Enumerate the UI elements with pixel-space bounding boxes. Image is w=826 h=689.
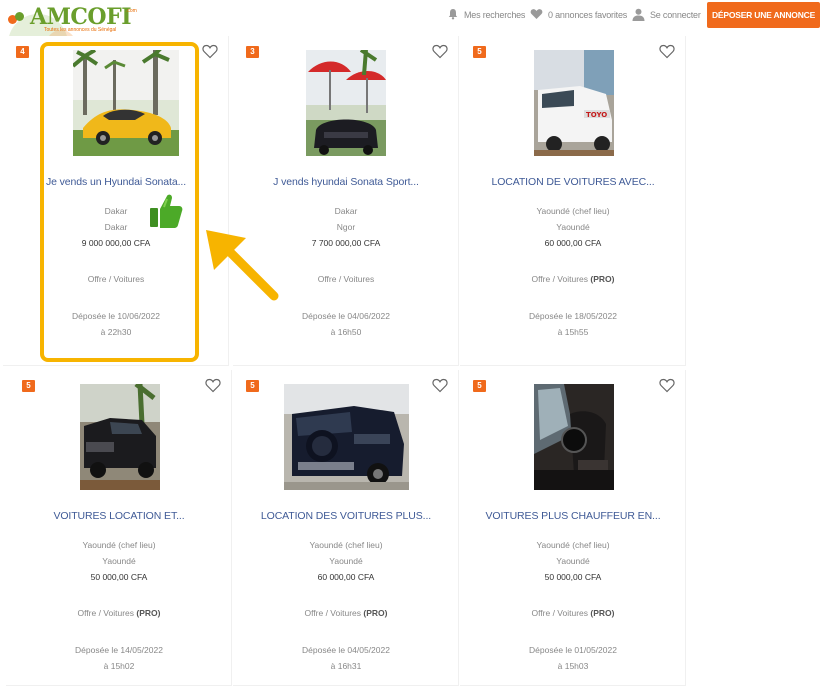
listing-title[interactable]: VOITURES LOCATION ET... — [6, 510, 232, 522]
favorite-heart-icon[interactable] — [659, 378, 675, 393]
listing-date: Déposée le 18/05/2022 — [529, 311, 617, 321]
listing-city: Dakar — [104, 206, 128, 216]
listing-time: à 15h02 — [103, 661, 135, 671]
listing-city: Yaoundé (chef lieu) — [82, 540, 156, 550]
logo-tagline: Toutes les annonces du Sénégal — [44, 27, 117, 33]
listing-city: Yaoundé (chef lieu) — [536, 206, 610, 216]
listing-area: Yaoundé — [556, 556, 590, 566]
nav-favorites-label: 0 annonces favorites — [548, 10, 628, 20]
favorite-heart-icon[interactable] — [205, 378, 221, 393]
listing-title[interactable]: J vends hyundai Sonata Sport... — [233, 176, 459, 188]
listing-photo[interactable] — [80, 384, 186, 490]
photo-count-badge: 5 — [246, 380, 259, 392]
listing-date: Déposée le 10/06/2022 — [72, 311, 160, 321]
listing-category: Offre / Voitures (PRO) — [233, 608, 459, 618]
listing-photo[interactable]: TOYO — [534, 50, 640, 156]
listing-category: Offre / Voitures (PRO) — [460, 274, 686, 284]
listing-card[interactable]: 5 VOITURES LOCATION ET... Yaoundé (chef … — [6, 370, 232, 686]
listing-time: à 15h03 — [557, 661, 589, 671]
listing-category-label: Offre / Voitures — [87, 274, 145, 284]
logo-mark-icon — [8, 12, 32, 26]
listing-category-label: Offre / Voitures — [531, 274, 589, 284]
listing-category-label: Offre / Voitures — [317, 274, 375, 284]
listing-card[interactable]: 5 VOITURES PLUS CHAUFFEUR EN... Yaoundé … — [460, 370, 686, 686]
pro-badge: (PRO) — [590, 608, 615, 618]
photo-count-badge: 5 — [473, 46, 486, 58]
listing-area: Yaoundé — [102, 556, 136, 566]
listing-card[interactable]: 4 Je vends un Hyundai Sonata... Dakar Da… — [3, 36, 229, 366]
listing-photo[interactable] — [306, 50, 412, 156]
svg-text:TOYO: TOYO — [586, 111, 607, 119]
site-header: AMCOFI .com Toutes les annonces du Sénég… — [0, 0, 826, 74]
nav-login-label: Se connecter — [650, 10, 701, 20]
listing-photo[interactable] — [534, 384, 614, 490]
photo-count-badge: 3 — [246, 46, 259, 58]
listing-area: Yaoundé — [329, 556, 363, 566]
listing-date: Déposée le 01/05/2022 — [529, 645, 617, 655]
logo-tld: .com — [126, 8, 137, 14]
listing-date: Déposée le 04/05/2022 — [302, 645, 390, 655]
listing-city: Yaoundé (chef lieu) — [309, 540, 383, 550]
listing-time: à 22h30 — [100, 327, 132, 337]
listing-card[interactable]: 5 LOCATION DES VOITURES PLUS... Yaoundé … — [233, 370, 459, 686]
listing-title[interactable]: LOCATION DE VOITURES AVEC... — [460, 176, 686, 188]
photo-count-badge: 5 — [473, 380, 486, 392]
listing-date: Déposée le 14/05/2022 — [75, 645, 163, 655]
listing-time: à 16h31 — [330, 661, 362, 671]
user-icon — [632, 8, 645, 23]
photo-count-badge: 4 — [16, 46, 29, 58]
photo-count-badge: 5 — [22, 380, 35, 392]
listing-date: Déposée le 04/06/2022 — [302, 311, 390, 321]
thumbs-up-icon — [150, 194, 183, 228]
listing-price: 50 000,00 CFA — [90, 572, 148, 582]
listing-area: Dakar — [104, 222, 128, 232]
listing-title[interactable]: LOCATION DES VOITURES PLUS... — [233, 510, 459, 522]
listing-category-label: Offre / Voitures — [531, 608, 589, 618]
pointer-arrow-icon — [206, 230, 279, 301]
site-logo[interactable]: AMCOFI .com Toutes les annonces du Sénég… — [8, 4, 138, 74]
bell-icon — [447, 8, 459, 22]
listing-category: Offre / Voitures (PRO) — [460, 608, 686, 618]
pro-badge: (PRO) — [363, 608, 388, 618]
heart-icon — [530, 8, 543, 22]
listing-photo[interactable] — [284, 384, 409, 490]
listing-category: Offre / Voitures (PRO) — [6, 608, 232, 618]
listing-title[interactable]: VOITURES PLUS CHAUFFEUR EN... — [460, 510, 686, 522]
listing-photo[interactable] — [73, 50, 179, 156]
favorite-heart-icon[interactable] — [659, 44, 675, 59]
listing-price: 9 000 000,00 CFA — [81, 238, 151, 248]
listing-city: Yaoundé (chef lieu) — [536, 540, 610, 550]
nav-saved-searches[interactable]: Mes recherches — [447, 6, 525, 24]
nav-saved-searches-label: Mes recherches — [464, 10, 526, 20]
listing-area: Yaoundé — [556, 222, 590, 232]
listing-category-label: Offre / Voitures — [304, 608, 362, 618]
listing-time: à 16h50 — [330, 327, 362, 337]
nav-login[interactable]: Se connecter — [632, 6, 701, 24]
nav-favorites[interactable]: 0 annonces favorites — [530, 6, 627, 24]
pro-badge: (PRO) — [136, 608, 161, 618]
favorite-heart-icon[interactable] — [432, 44, 448, 59]
listing-price: 50 000,00 CFA — [544, 572, 602, 582]
favorite-heart-icon[interactable] — [432, 378, 448, 393]
listing-category: Offre / Voitures — [3, 274, 229, 284]
listing-price: 60 000,00 CFA — [544, 238, 602, 248]
listing-city: Dakar — [334, 206, 358, 216]
pro-badge: (PRO) — [590, 274, 615, 284]
listing-time: à 15h55 — [557, 327, 589, 337]
listing-price: 60 000,00 CFA — [317, 572, 375, 582]
listing-card[interactable]: 3 J vends hyundai Sonata Sport... Dakar … — [233, 36, 459, 366]
listing-category-label: Offre / Voitures — [77, 608, 135, 618]
favorite-heart-icon[interactable] — [202, 44, 218, 59]
listing-card[interactable]: 5 TOYO LOCATION DE VOITURES AVEC... Yaou… — [460, 36, 686, 366]
post-ad-button[interactable]: DÉPOSER UNE ANNONCE — [707, 2, 820, 28]
listing-title[interactable]: Je vends un Hyundai Sonata... — [3, 176, 229, 188]
